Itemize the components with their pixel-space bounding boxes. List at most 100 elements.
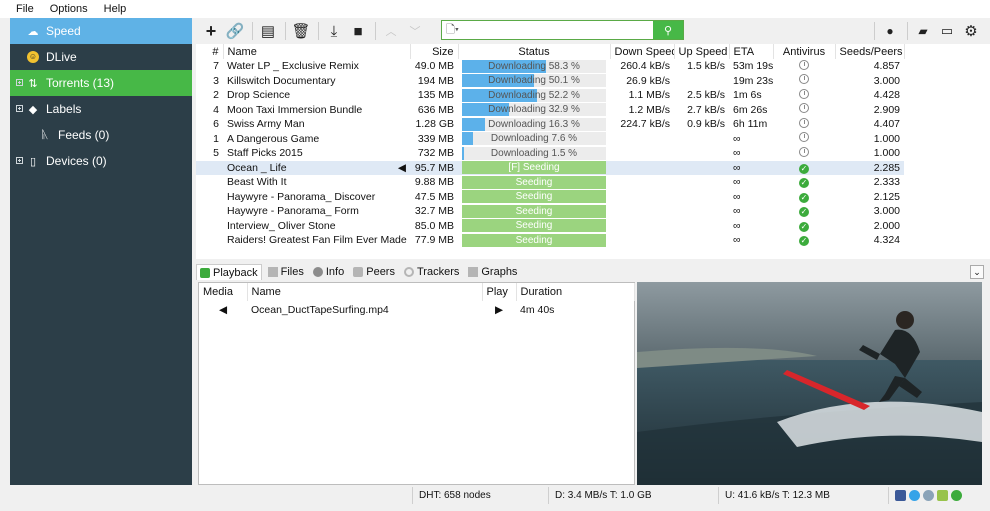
start-download-button[interactable]: ⤓ (323, 20, 345, 42)
column-header-status[interactable]: Status (458, 44, 611, 59)
tag-icon: ◆ (28, 103, 38, 116)
move-up-button[interactable]: ︿ (380, 20, 402, 42)
torrent-name: Ocean _ Life (227, 161, 287, 174)
menu-help[interactable]: Help (104, 3, 127, 15)
seeds-peers: 2.909 (873, 103, 900, 116)
down-speed: 1.1 MB/s (628, 89, 670, 102)
tab-playback[interactable]: Playback (196, 264, 262, 280)
column-header-down-speed[interactable]: Down Speed (610, 44, 675, 59)
table-row[interactable]: Interview_ Oliver Stone 85.0 MB Seeding ∞ ✓ 2… (196, 219, 904, 234)
tab-graphs[interactable]: Graphs (465, 264, 520, 280)
tab-files[interactable]: Files (265, 264, 307, 280)
gear-icon[interactable]: ⚙ (960, 20, 982, 42)
expand-icon[interactable] (16, 157, 23, 164)
facebook-icon[interactable] (895, 490, 906, 501)
torrent-name: Beast With It (227, 176, 287, 189)
sidebar-item-labels[interactable]: ◆ Labels (10, 96, 192, 122)
table-row[interactable]: 2 Drop Science 135 MB Downloading 52.2 % 1.1… (196, 88, 904, 103)
torrent-size: 85.0 MB (414, 219, 454, 232)
add-torrent-button[interactable]: + (200, 20, 222, 42)
android-icon[interactable] (937, 490, 948, 501)
progress-bar: Seeding (462, 175, 606, 189)
graphs-icon (468, 267, 479, 277)
torrent-status-cell: Downloading 58.3 % (458, 59, 610, 74)
create-torrent-button[interactable]: ▤ (257, 20, 279, 42)
search-box[interactable]: 🗋▾ ⚲ (441, 20, 684, 40)
collapse-panel-button[interactable]: ⌄ (970, 265, 984, 279)
column-header-media[interactable]: Media (199, 283, 248, 301)
download-status: D: 3.4 MB/s T: 1.0 GB (549, 487, 719, 504)
info-icon (312, 267, 323, 277)
column-header-play[interactable]: Play (482, 283, 517, 301)
twitter-icon[interactable] (909, 490, 920, 501)
tab-info[interactable]: Info (310, 264, 347, 280)
globe-icon[interactable] (923, 490, 934, 501)
video-preview[interactable] (637, 282, 982, 485)
monitor-icon[interactable]: ▭ (936, 20, 958, 42)
column-header-eta[interactable]: ETA (729, 44, 774, 59)
document-icon[interactable]: 🗋▾ (446, 21, 459, 40)
eta: ∞ (733, 205, 741, 218)
torrent-num: 2 (213, 89, 219, 102)
torrent-size: 194 MB (417, 74, 454, 87)
eta: ∞ (733, 147, 741, 160)
seeds-peers: 4.857 (873, 60, 900, 73)
column-header-num[interactable]: # (196, 44, 224, 59)
play-icon[interactable]: ▶ (482, 301, 516, 318)
tab-trackers[interactable]: Trackers (401, 264, 462, 280)
status-text: Seeding (515, 234, 553, 246)
menu-file[interactable]: File (16, 3, 34, 15)
table-row[interactable]: 3 Killswitch Documentary 194 MB Downloading… (196, 74, 904, 89)
chat-icon[interactable]: ▰ (912, 20, 934, 42)
table-row[interactable]: Haywyre - Panorama_ Discover 47.5 MB Seedi… (196, 190, 904, 205)
remove-button[interactable]: 🗑 (290, 20, 312, 42)
expand-icon[interactable] (16, 79, 23, 86)
toolbar-divider (252, 22, 253, 40)
down-speed: 224.7 kB/s (620, 118, 670, 131)
table-row[interactable]: 7 Water LP _ Exclusive Remix 49.0 MB Downlo… (196, 59, 904, 74)
stop-button[interactable]: ■ (347, 20, 369, 42)
table-row[interactable]: 4 Moon Taxi Immersion Bundle 636 MB Downloa… (196, 103, 904, 118)
antivirus-cell: ✓ (773, 204, 835, 219)
progress-bar: [F] Seeding (462, 161, 606, 175)
progress-bar: Downloading 7.6 % (462, 132, 606, 146)
expand-icon[interactable] (16, 105, 23, 112)
column-header-media-name[interactable]: Name (247, 283, 483, 301)
table-row[interactable]: 1 A Dangerous Game 339 MB Downloading 7.6 %… (196, 132, 904, 147)
table-row[interactable]: Haywyre - Panorama_ Form 32.7 MB Seeding ∞ ✓… (196, 204, 904, 219)
seeds-peers: 1.000 (873, 132, 900, 145)
toolbar-divider (285, 22, 286, 40)
speaker-icon: ◀ (397, 161, 406, 174)
table-row[interactable]: Beast With It 9.88 MB Seeding ∞ ✓ 2.333 (196, 175, 904, 190)
add-link-button[interactable]: 🔗 (224, 20, 246, 42)
column-header-size[interactable]: Size (410, 44, 459, 59)
media-row[interactable]: ◀ Ocean_DuctTapeSurfing.mp4 ▶ 4m 40s (199, 301, 634, 318)
column-header-duration[interactable]: Duration (516, 283, 635, 301)
sidebar-item-devices[interactable]: ▯ Devices (0) (10, 148, 192, 174)
sidebar-item-dlive[interactable]: ☺ DLive (10, 44, 192, 70)
search-button[interactable]: ⚲ (653, 21, 683, 39)
torrent-name: Interview_ Oliver Stone (227, 219, 336, 232)
table-row[interactable]: Raiders! Greatest Fan Film Ever Made 77.9… (196, 233, 904, 248)
move-down-button[interactable]: ﹀ (404, 20, 426, 42)
status-text: Downloading 32.9 % (488, 104, 580, 116)
tab-peers[interactable]: Peers (350, 264, 398, 280)
column-header-up-speed[interactable]: Up Speed (674, 44, 730, 59)
sidebar-item-torrents[interactable]: ⇅ Torrents (13) (10, 70, 192, 96)
lightbulb-icon[interactable]: ● (879, 20, 901, 42)
sidebar-item-speed[interactable]: ☁ Speed (10, 18, 192, 44)
menu-options[interactable]: Options (50, 3, 88, 15)
table-row[interactable]: Ocean _ Life ◀ 95.7 MB [F] Seeding ∞ ✓ 2.285 (196, 160, 904, 175)
column-header-seeds[interactable]: Seeds/Peers (835, 44, 905, 59)
table-row[interactable]: 5 Staff Picks 2015 732 MB Downloading 1.5 %… (196, 146, 904, 161)
torrent-size: 49.0 MB (414, 60, 454, 73)
sidebar-item-feeds[interactable]: ᚣ Feeds (0) (10, 122, 192, 148)
column-header-name[interactable]: Name (223, 44, 411, 59)
playback-icon (200, 267, 210, 278)
up-speed (674, 132, 729, 147)
seeds-peers: 3.000 (873, 74, 900, 87)
table-row[interactable]: 6 Swiss Army Man 1.28 GB Downloading 16.3 %… (196, 117, 904, 132)
torrent-status-cell: Seeding (458, 219, 610, 234)
column-header-antivirus[interactable]: Antivirus (773, 44, 836, 59)
check-status-icon[interactable] (951, 490, 962, 501)
